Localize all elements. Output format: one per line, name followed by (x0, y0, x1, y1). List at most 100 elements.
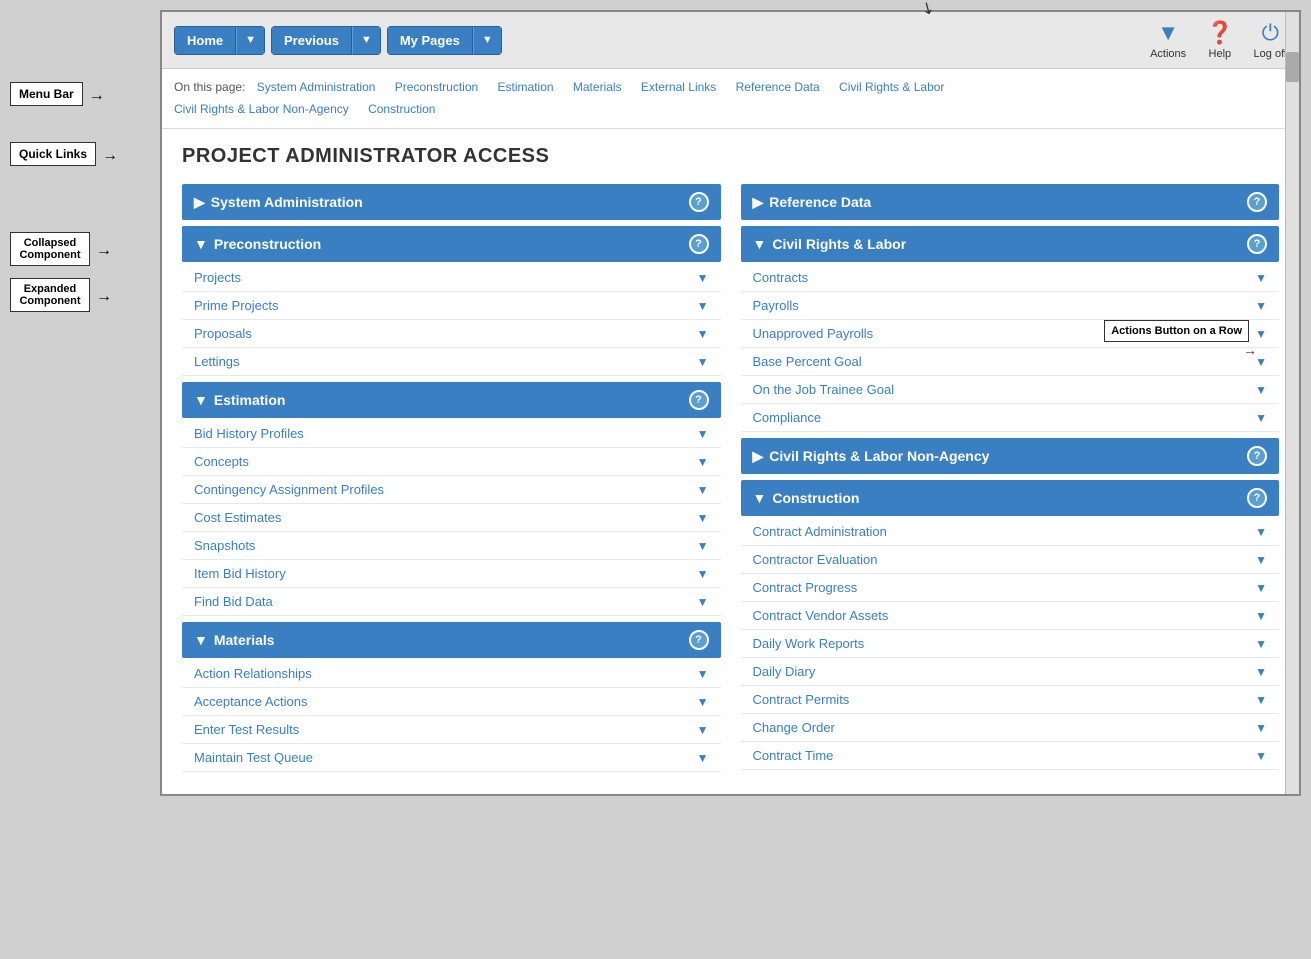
acceptance-actions-link[interactable]: Acceptance Actions (194, 694, 307, 709)
find-bid-data-link[interactable]: Find Bid Data (194, 594, 273, 609)
action-relationships-link[interactable]: Action Relationships (194, 666, 312, 681)
quick-link-estimation[interactable]: Estimation (498, 80, 554, 94)
contracts-link[interactable]: Contracts (753, 270, 809, 285)
acceptance-actions-action-btn[interactable]: ▼ (697, 695, 709, 709)
civil-rights-labor-nonagency-help[interactable]: ? (1247, 446, 1267, 466)
home-dropdown[interactable]: ▼ (236, 26, 265, 55)
concepts-action-btn[interactable]: ▼ (697, 455, 709, 469)
contingency-link[interactable]: Contingency Assignment Profiles (194, 482, 384, 497)
quick-link-materials[interactable]: Materials (573, 80, 622, 94)
prime-projects-action-btn[interactable]: ▼ (697, 299, 709, 313)
logoff-menu-item[interactable]: ⏻ Log off (1254, 20, 1287, 60)
help-menu-item[interactable]: ❓ Help (1206, 20, 1233, 60)
compliance-action-btn[interactable]: ▼ (1255, 411, 1267, 425)
daily-diary-action-btn[interactable]: ▼ (1255, 665, 1267, 679)
lettings-link[interactable]: Lettings (194, 354, 240, 369)
contractor-evaluation-action-btn[interactable]: ▼ (1255, 553, 1267, 567)
unapproved-payrolls-action-btn[interactable]: ▼ (1255, 327, 1267, 341)
quick-link-reference-data[interactable]: Reference Data (736, 80, 820, 94)
contracts-action-btn[interactable]: ▼ (1255, 271, 1267, 285)
find-bid-data-action-btn[interactable]: ▼ (697, 595, 709, 609)
estimation-help[interactable]: ? (689, 390, 709, 410)
action-relationships-action-btn[interactable]: ▼ (697, 667, 709, 681)
contract-administration-action-btn[interactable]: ▼ (1255, 525, 1267, 539)
contract-administration-link[interactable]: Contract Administration (753, 524, 887, 539)
daily-diary-link[interactable]: Daily Diary (753, 664, 816, 679)
system-administration-header[interactable]: ▶ System Administration ? (182, 184, 721, 220)
lettings-action-btn[interactable]: ▼ (697, 355, 709, 369)
materials-header[interactable]: ▼ Materials ? (182, 622, 721, 658)
civil-rights-labor-nonagency-header[interactable]: ▶ Civil Rights & Labor Non-Agency ? (741, 438, 1280, 474)
preconstruction-header[interactable]: ▼ Preconstruction ? (182, 226, 721, 262)
previous-dropdown[interactable]: ▼ (352, 26, 381, 55)
reference-data-help[interactable]: ? (1247, 192, 1267, 212)
payrolls-action-btn[interactable]: ▼ (1255, 299, 1267, 313)
bid-history-profiles-link[interactable]: Bid History Profiles (194, 426, 304, 441)
contractor-evaluation-link[interactable]: Contractor Evaluation (753, 552, 878, 567)
bid-history-profiles-action-btn[interactable]: ▼ (697, 427, 709, 441)
enter-test-results-action-btn[interactable]: ▼ (697, 723, 709, 737)
contract-permits-action-btn[interactable]: ▼ (1255, 693, 1267, 707)
change-order-link[interactable]: Change Order (753, 720, 835, 735)
quick-link-civil-rights-labor-nonagency[interactable]: Civil Rights & Labor Non-Agency (174, 102, 349, 116)
actions-menu-item[interactable]: ▼ Actions (1150, 20, 1186, 60)
previous-button-split[interactable]: Previous ▼ (271, 26, 381, 55)
quick-link-construction[interactable]: Construction (368, 102, 435, 116)
quick-link-preconstruction[interactable]: Preconstruction (395, 80, 478, 94)
cost-estimates-action-btn[interactable]: ▼ (697, 511, 709, 525)
change-order-action-btn[interactable]: ▼ (1255, 721, 1267, 735)
projects-link[interactable]: Projects (194, 270, 241, 285)
contract-progress-link[interactable]: Contract Progress (753, 580, 858, 595)
item-bid-history-link[interactable]: Item Bid History (194, 566, 286, 581)
previous-button[interactable]: Previous (271, 26, 352, 55)
proposals-action-btn[interactable]: ▼ (697, 327, 709, 341)
cost-estimates-link[interactable]: Cost Estimates (194, 510, 281, 525)
proposals-link[interactable]: Proposals (194, 326, 252, 341)
civil-rights-labor-header[interactable]: ▼ Civil Rights & Labor ? (741, 226, 1280, 262)
snapshots-action-btn[interactable]: ▼ (697, 539, 709, 553)
estimation-header[interactable]: ▼ Estimation ? (182, 382, 721, 418)
vertical-scrollbar[interactable] (1285, 12, 1299, 794)
construction-header[interactable]: ▼ Construction ? (741, 480, 1280, 516)
my-pages-dropdown[interactable]: ▼ (473, 26, 502, 55)
contract-time-link[interactable]: Contract Time (753, 748, 834, 763)
concepts-link[interactable]: Concepts (194, 454, 249, 469)
daily-work-reports-action-btn[interactable]: ▼ (1255, 637, 1267, 651)
base-percent-goal-link[interactable]: Base Percent Goal (753, 354, 862, 369)
my-pages-button-split[interactable]: My Pages ▼ (387, 26, 502, 55)
contingency-action-btn[interactable]: ▼ (697, 483, 709, 497)
prime-projects-link[interactable]: Prime Projects (194, 298, 279, 313)
snapshots-link[interactable]: Snapshots (194, 538, 255, 553)
quick-link-civil-rights-labor[interactable]: Civil Rights & Labor (839, 80, 944, 94)
item-bid-history-action-btn[interactable]: ▼ (697, 567, 709, 581)
quick-link-system-admin[interactable]: System Administration (257, 80, 376, 94)
system-administration-help[interactable]: ? (689, 192, 709, 212)
preconstruction-help[interactable]: ? (689, 234, 709, 254)
my-pages-button[interactable]: My Pages (387, 26, 473, 55)
maintain-test-queue-action-btn[interactable]: ▼ (697, 751, 709, 765)
contract-time-action-btn[interactable]: ▼ (1255, 749, 1267, 763)
preconstruction-chevron: ▼ (194, 236, 208, 252)
compliance-link[interactable]: Compliance (753, 410, 822, 425)
scrollbar-thumb[interactable] (1286, 52, 1299, 82)
on-the-job-trainee-goal-link[interactable]: On the Job Trainee Goal (753, 382, 895, 397)
reference-data-header[interactable]: ▶ Reference Data ? (741, 184, 1280, 220)
home-button[interactable]: Home (174, 26, 236, 55)
home-button-split[interactable]: Home ▼ (174, 26, 265, 55)
construction-help[interactable]: ? (1247, 488, 1267, 508)
contract-vendor-assets-action-btn[interactable]: ▼ (1255, 609, 1267, 623)
contract-vendor-assets-link[interactable]: Contract Vendor Assets (753, 608, 889, 623)
civil-rights-labor-help[interactable]: ? (1247, 234, 1267, 254)
projects-action-btn[interactable]: ▼ (697, 271, 709, 285)
contract-permits-link[interactable]: Contract Permits (753, 692, 850, 707)
daily-work-reports-link[interactable]: Daily Work Reports (753, 636, 865, 651)
quick-link-external-links[interactable]: External Links (641, 80, 716, 94)
maintain-test-queue-link[interactable]: Maintain Test Queue (194, 750, 313, 765)
find-bid-data-row: Find Bid Data ▼ (182, 588, 721, 616)
contract-progress-action-btn[interactable]: ▼ (1255, 581, 1267, 595)
materials-help[interactable]: ? (689, 630, 709, 650)
enter-test-results-link[interactable]: Enter Test Results (194, 722, 299, 737)
payrolls-link[interactable]: Payrolls (753, 298, 799, 313)
on-the-job-trainee-goal-action-btn[interactable]: ▼ (1255, 383, 1267, 397)
unapproved-payrolls-link[interactable]: Unapproved Payrolls (753, 326, 874, 341)
